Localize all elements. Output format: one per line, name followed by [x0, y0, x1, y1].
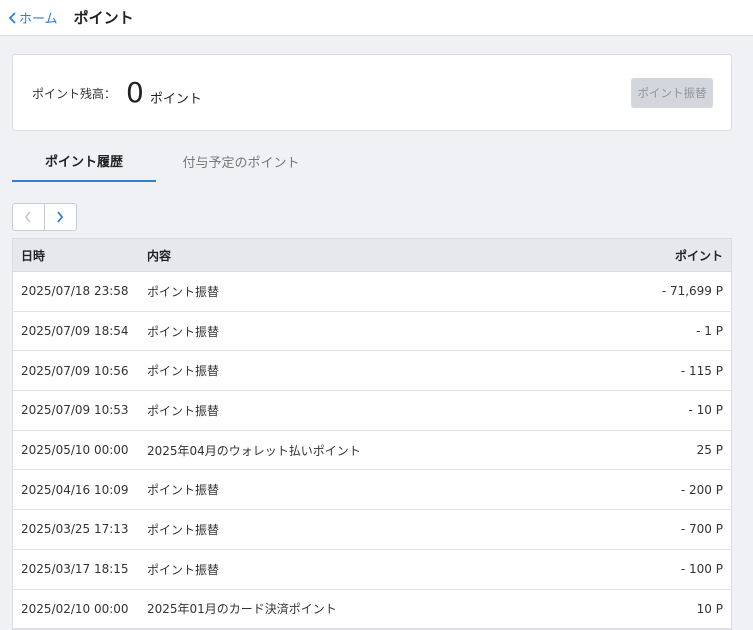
row-date: 2025/07/18 23:58 — [21, 284, 129, 299]
tab-point-history[interactable]: ポイント履歴 — [12, 140, 156, 182]
row-date: 2025/07/09 10:53 — [21, 403, 129, 418]
row-date: 2025/04/16 10:09 — [21, 482, 129, 497]
table-row: 2025/07/09 18:54 ポイント振替 - 1 P — [13, 312, 731, 352]
table-row: 2025/02/10 00:00 2025年01月のカード決済ポイント 10 P — [13, 590, 731, 630]
row-points: - 10 P — [688, 403, 723, 418]
row-points: 10 P — [696, 601, 723, 616]
chevron-left-icon — [25, 211, 31, 223]
back-link-label: ホーム — [19, 12, 58, 27]
chevron-right-icon — [57, 211, 64, 223]
column-header-points: ポイント — [674, 248, 723, 263]
row-content: ポイント振替 — [147, 364, 220, 379]
row-content: ポイント振替 — [147, 284, 220, 299]
row-content: ポイント振替 — [147, 324, 220, 339]
row-date: 2025/05/10 00:00 — [21, 443, 129, 458]
table-row: 2025/03/17 18:15 ポイント振替 - 100 P — [13, 550, 731, 590]
table-row: 2025/03/25 17:13 ポイント振替 - 700 P — [13, 510, 731, 550]
row-points: 25 P — [696, 443, 723, 458]
row-content: 2025年01月のカード決済ポイント — [147, 602, 337, 617]
table-row: 2025/07/18 23:58 ポイント振替 - 71,699 P — [13, 272, 731, 312]
point-transfer-button[interactable]: ポイント振替 — [631, 78, 713, 108]
row-date: 2025/02/10 00:00 — [21, 601, 129, 616]
balance-label: ポイント残高： — [32, 87, 117, 101]
row-content: ポイント振替 — [147, 522, 220, 537]
row-points: - 700 P — [680, 522, 723, 537]
table-row: 2025/07/09 10:56 ポイント振替 - 115 P — [13, 351, 731, 392]
row-points: - 200 P — [680, 482, 723, 497]
top-bar: ホーム ポイント — [0, 0, 753, 36]
row-points: - 100 P — [680, 562, 723, 577]
pagination — [12, 203, 77, 231]
row-points: - 71,699 P — [661, 284, 723, 299]
column-header-content: 内容 — [147, 248, 172, 263]
back-to-home-link[interactable]: ホーム — [8, 8, 58, 27]
tab-bar: ポイント履歴 付与予定のポイント — [12, 140, 326, 182]
point-history-table: 日時 内容 ポイント 2025/07/18 23:58 ポイント振替 - 71,… — [12, 238, 732, 630]
row-content: ポイント振替 — [147, 483, 220, 498]
row-date: 2025/03/25 17:13 — [21, 522, 129, 537]
balance-unit: ポイント — [149, 92, 202, 107]
row-content: ポイント振替 — [147, 562, 220, 577]
balance-value: 0 — [126, 75, 144, 109]
row-content: 2025年04月のウォレット払いポイント — [147, 443, 361, 458]
column-header-date: 日時 — [21, 248, 46, 263]
row-content: ポイント振替 — [147, 403, 220, 418]
row-points: - 1 P — [696, 324, 723, 339]
table-row: 2025/05/10 00:00 2025年04月のウォレット払いポイント 25… — [13, 431, 731, 471]
row-date: 2025/07/09 10:56 — [21, 363, 129, 378]
table-row: 2025/04/16 10:09 ポイント振替 - 200 P — [13, 470, 731, 511]
chevron-left-icon — [8, 11, 16, 24]
balance-card: ポイント残高： 0 ポイント ポイント振替 — [12, 54, 732, 131]
next-page-button[interactable] — [45, 204, 76, 230]
table-row: 2025/07/09 10:53 ポイント振替 - 10 P — [13, 391, 731, 431]
row-date: 2025/07/09 18:54 — [21, 324, 129, 339]
row-date: 2025/03/17 18:15 — [21, 562, 129, 577]
page-title: ポイント — [73, 9, 134, 27]
tab-scheduled-points[interactable]: 付与予定のポイント — [156, 140, 326, 182]
row-points: - 115 P — [680, 363, 723, 378]
table-header: 日時 内容 ポイント — [13, 239, 731, 272]
prev-page-button[interactable] — [13, 204, 45, 230]
